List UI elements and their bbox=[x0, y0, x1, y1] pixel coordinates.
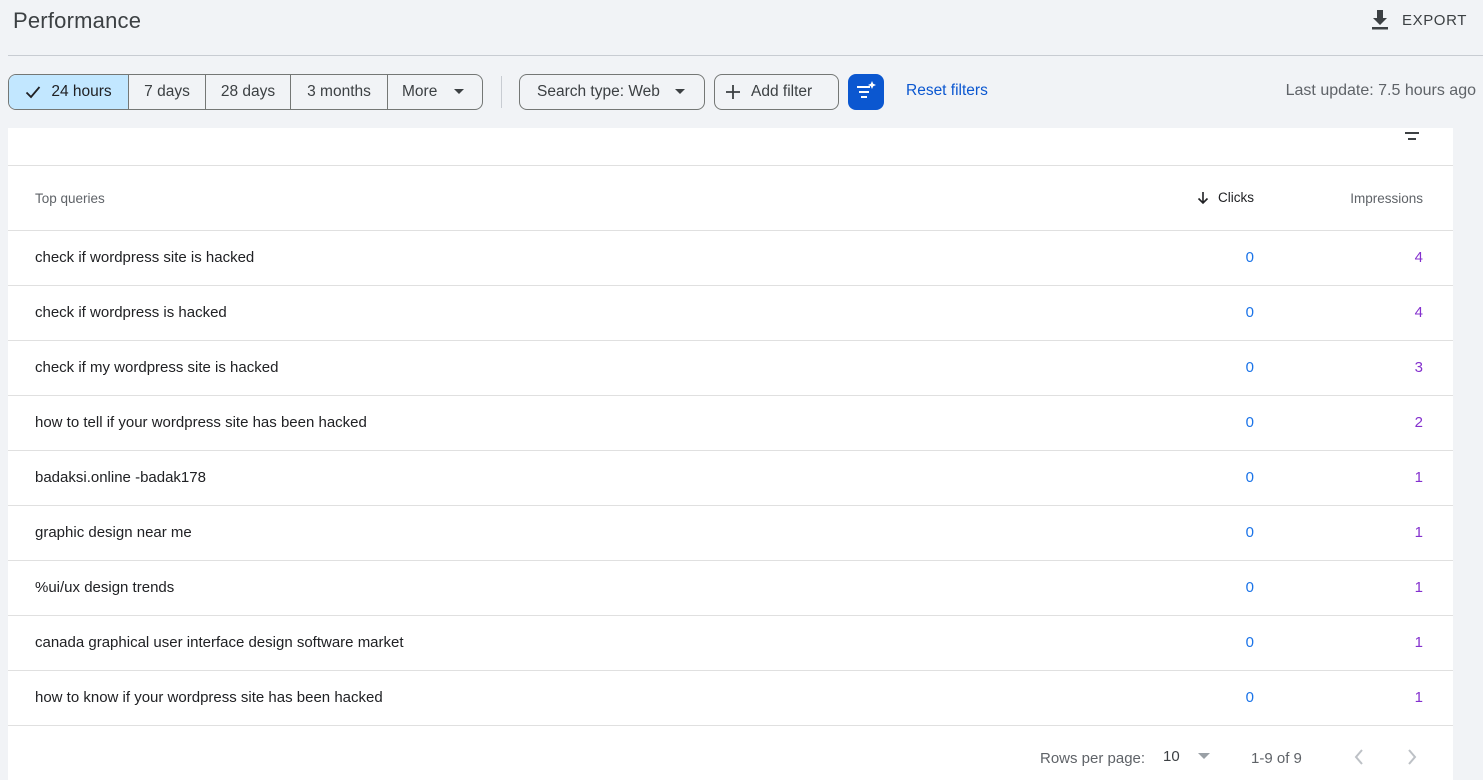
date-range-selector: 24 hours 7 days 28 days 3 months More bbox=[8, 74, 483, 110]
clicks-cell: 0 bbox=[1245, 414, 1254, 431]
impressions-cell: 1 bbox=[1414, 634, 1423, 651]
table-row[interactable]: canada graphical user interface design s… bbox=[8, 616, 1453, 671]
queries-card: Top queries Clicks Impressions check if … bbox=[8, 128, 1453, 780]
reset-filters-link[interactable]: Reset filters bbox=[906, 82, 988, 100]
table-row[interactable]: check if my wordpress site is hacked 0 3 bbox=[8, 341, 1453, 396]
impressions-cell: 4 bbox=[1414, 304, 1423, 321]
page-header: Performance EXPORT bbox=[0, 0, 1483, 56]
table-header: Top queries Clicks Impressions bbox=[8, 166, 1453, 231]
search-type-label: Search type: Web bbox=[537, 83, 660, 100]
table-row[interactable]: how to tell if your wordpress site has b… bbox=[8, 396, 1453, 451]
clicks-cell: 0 bbox=[1245, 249, 1254, 266]
card-toolbar bbox=[8, 128, 1453, 166]
clicks-cell: 0 bbox=[1245, 634, 1254, 651]
query-cell: graphic design near me bbox=[35, 524, 192, 541]
clicks-cell: 0 bbox=[1245, 304, 1254, 321]
column-header-clicks[interactable]: Clicks bbox=[1196, 190, 1254, 205]
ai-filter-button[interactable] bbox=[848, 74, 884, 110]
query-cell: check if my wordpress site is hacked bbox=[35, 359, 279, 376]
add-filter-button[interactable]: Add filter bbox=[714, 74, 839, 110]
date-range-3-months[interactable]: 3 months bbox=[291, 75, 388, 109]
filter-rows-icon[interactable] bbox=[1404, 130, 1420, 148]
table-row[interactable]: badaksi.online -badak178 0 1 bbox=[8, 451, 1453, 506]
clicks-cell: 0 bbox=[1245, 524, 1254, 541]
query-cell: check if wordpress site is hacked bbox=[35, 249, 255, 266]
page-title: Performance bbox=[13, 8, 142, 33]
date-range-7-days[interactable]: 7 days bbox=[129, 75, 206, 109]
chevron-right-icon[interactable] bbox=[1407, 749, 1417, 769]
filter-bar: 24 hours 7 days 28 days 3 months More Se… bbox=[8, 74, 1478, 110]
check-icon bbox=[25, 85, 41, 99]
table-row[interactable]: how to know if your wordpress site has b… bbox=[8, 671, 1453, 726]
impressions-cell: 1 bbox=[1414, 469, 1423, 486]
date-range-label: More bbox=[402, 83, 438, 100]
search-type-chip[interactable]: Search type: Web bbox=[519, 74, 705, 110]
query-cell: %ui/ux design trends bbox=[35, 579, 175, 596]
plus-icon bbox=[725, 84, 741, 100]
pagination: Rows per page: 10 1-9 of 9 bbox=[8, 731, 1453, 780]
column-header-top-queries[interactable]: Top queries bbox=[35, 191, 105, 206]
rows-per-page-value: 10 bbox=[1163, 748, 1180, 765]
table-body: check if wordpress site is hacked 0 4 ch… bbox=[8, 231, 1453, 726]
rows-per-page-select[interactable]: 10 bbox=[1163, 748, 1210, 765]
caret-down-icon bbox=[454, 89, 465, 95]
column-header-impressions[interactable]: Impressions bbox=[1350, 191, 1423, 206]
toolbar-divider bbox=[501, 76, 502, 108]
date-range-24-hours[interactable]: 24 hours bbox=[9, 75, 129, 109]
date-range-28-days[interactable]: 28 days bbox=[206, 75, 291, 109]
date-range-label: 7 days bbox=[144, 83, 190, 100]
clicks-cell: 0 bbox=[1245, 579, 1254, 596]
table-row[interactable]: %ui/ux design trends 0 1 bbox=[8, 561, 1453, 616]
rows-per-page-label: Rows per page: bbox=[1040, 750, 1146, 767]
caret-down-icon bbox=[1197, 753, 1210, 760]
caret-down-icon bbox=[674, 89, 685, 95]
query-cell: canada graphical user interface design s… bbox=[35, 634, 404, 651]
clicks-cell: 0 bbox=[1245, 469, 1254, 486]
date-range-label: 28 days bbox=[220, 83, 276, 100]
impressions-cell: 1 bbox=[1414, 579, 1423, 596]
impressions-cell: 1 bbox=[1414, 689, 1423, 706]
chevron-left-icon[interactable] bbox=[1354, 749, 1364, 769]
impressions-cell: 1 bbox=[1414, 524, 1423, 541]
ai-filter-icon bbox=[855, 80, 877, 105]
impressions-cell: 4 bbox=[1414, 249, 1423, 266]
export-button[interactable]: EXPORT bbox=[1370, 7, 1467, 33]
query-cell: how to tell if your wordpress site has b… bbox=[35, 414, 367, 431]
table-row[interactable]: graphic design near me 0 1 bbox=[8, 506, 1453, 561]
clicks-cell: 0 bbox=[1245, 359, 1254, 376]
date-range-label: 24 hours bbox=[51, 83, 112, 100]
date-range-label: 3 months bbox=[307, 83, 371, 100]
query-cell: check if wordpress is hacked bbox=[35, 304, 227, 321]
sort-descending-icon bbox=[1196, 191, 1210, 205]
query-cell: badaksi.online -badak178 bbox=[35, 469, 206, 486]
table-row[interactable]: check if wordpress is hacked 0 4 bbox=[8, 286, 1453, 341]
download-icon bbox=[1370, 9, 1390, 31]
impressions-cell: 3 bbox=[1414, 359, 1423, 376]
pagination-range: 1-9 of 9 bbox=[1251, 750, 1302, 767]
table-row[interactable]: check if wordpress site is hacked 0 4 bbox=[8, 231, 1453, 286]
date-range-more[interactable]: More bbox=[388, 75, 482, 109]
add-filter-label: Add filter bbox=[751, 83, 813, 100]
last-update-text: Last update: 7.5 hours ago bbox=[1285, 82, 1476, 99]
impressions-cell: 2 bbox=[1414, 414, 1423, 431]
query-cell: how to know if your wordpress site has b… bbox=[35, 689, 383, 706]
header-divider bbox=[8, 55, 1483, 56]
column-header-label: Clicks bbox=[1218, 190, 1254, 205]
export-label: EXPORT bbox=[1401, 11, 1467, 29]
clicks-cell: 0 bbox=[1245, 689, 1254, 706]
